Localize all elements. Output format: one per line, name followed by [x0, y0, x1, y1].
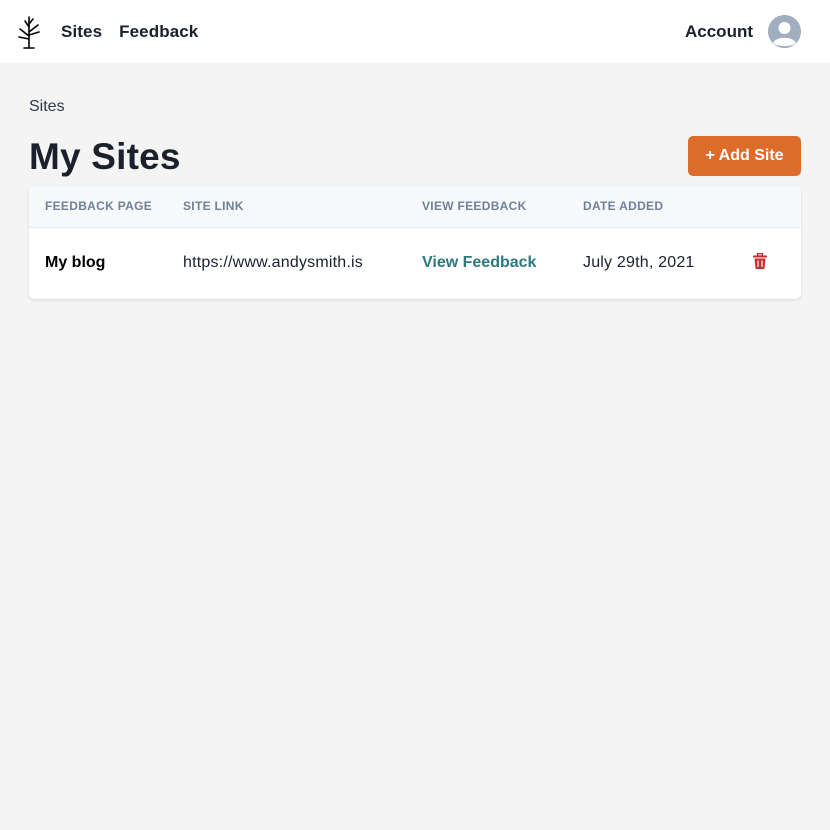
site-name: My blog [45, 254, 106, 272]
actions-cell [751, 227, 801, 299]
breadcrumb[interactable]: Sites [29, 98, 801, 118]
page-header: My Sites + Add Site [29, 127, 801, 187]
site-link-cell: https://www.andysmith.is [183, 227, 422, 299]
view-feedback-link[interactable]: View Feedback [422, 254, 536, 271]
delete-site-button[interactable] [751, 252, 769, 270]
table-header-row: Feedback Page Site Link View Feedback Da… [29, 186, 801, 227]
user-avatar-icon[interactable] [768, 15, 801, 48]
main-content: Sites My Sites + Add Site [29, 98, 801, 187]
site-url: https://www.andysmith.is [183, 254, 363, 272]
account-link[interactable]: Account [685, 22, 753, 42]
date-added-cell: July 29th, 2021 [583, 227, 751, 299]
column-header-actions [751, 186, 801, 227]
table-row: My blog https://www.andysmith.is View Fe… [29, 227, 801, 299]
column-header-site-link: Site Link [183, 199, 244, 214]
column-header-view-feedback: View Feedback [422, 199, 527, 214]
trash-icon [753, 253, 767, 270]
tree-icon[interactable] [16, 15, 42, 49]
nav-link-feedback[interactable]: Feedback [119, 22, 198, 42]
date-added: July 29th, 2021 [583, 254, 695, 272]
view-feedback-cell: View Feedback [422, 227, 583, 299]
sites-table: Feedback Page Site Link View Feedback Da… [29, 186, 801, 299]
column-header-feedback-page: Feedback Page [45, 199, 153, 214]
add-site-button[interactable]: + Add Site [688, 135, 801, 176]
nav-link-sites[interactable]: Sites [61, 22, 102, 42]
column-header-date-added: Date Added [583, 199, 664, 214]
site-name-cell: My blog [29, 227, 183, 299]
page-title: My Sites [29, 136, 181, 177]
top-nav-bar: Sites Feedback Account [0, 0, 830, 63]
sites-table-card: Feedback Page Site Link View Feedback Da… [29, 186, 801, 299]
